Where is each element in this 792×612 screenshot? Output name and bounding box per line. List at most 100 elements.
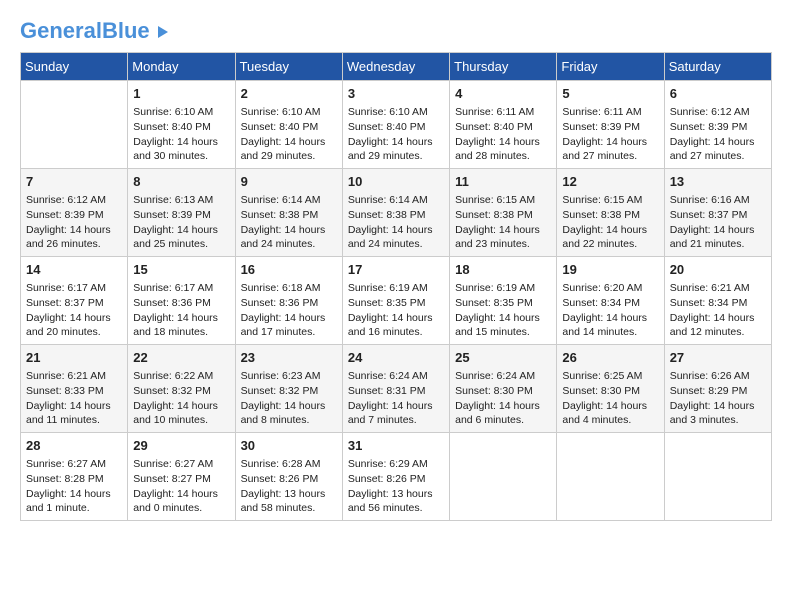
calendar-cell: 26Sunrise: 6:25 AMSunset: 8:30 PMDayligh… [557, 345, 664, 433]
day-number: 2 [241, 85, 337, 103]
day-number: 19 [562, 261, 658, 279]
cell-content: Sunrise: 6:10 AMSunset: 8:40 PMDaylight:… [348, 105, 444, 164]
calendar-cell: 24Sunrise: 6:24 AMSunset: 8:31 PMDayligh… [342, 345, 449, 433]
cell-content: Sunrise: 6:13 AMSunset: 8:39 PMDaylight:… [133, 193, 229, 252]
day-number: 27 [670, 349, 766, 367]
calendar-cell: 19 Sunrise: 6:20 AMSunset: 8:34 PMDayligh… [557, 257, 664, 345]
calendar-cell: 20 Sunrise: 6:21 AMSunset: 8:34 PMDayligh… [664, 257, 771, 345]
calendar-cell: 21 Sunrise: 6:21 AMSunset: 8:33 PMDayligh… [21, 345, 128, 433]
day-number: 9 [241, 173, 337, 191]
weekday-header: Friday [557, 53, 664, 81]
day-number: 22 [133, 349, 229, 367]
cell-content: Sunrise: 6:21 AMSunset: 8:34 PMDaylight:… [670, 281, 766, 340]
day-number: 31 [348, 437, 444, 455]
day-number: 23 [241, 349, 337, 367]
calendar-cell: 15 Sunrise: 6:17 AMSunset: 8:36 PMDayligh… [128, 257, 235, 345]
weekday-header: Tuesday [235, 53, 342, 81]
calendar-cell: 22Sunrise: 6:22 AMSunset: 8:32 PMDayligh… [128, 345, 235, 433]
weekday-header: Thursday [450, 53, 557, 81]
cell-content: Sunrise: 6:10 AMSunset: 8:40 PMDaylight:… [241, 105, 337, 164]
cell-content: Sunrise: 6:17 AMSunset: 8:37 PMDaylight:… [26, 281, 122, 340]
calendar-week-row: 28 Sunrise: 6:27 AMSunset: 8:28 PMDayligh… [21, 433, 772, 521]
calendar-cell: 11Sunrise: 6:15 AMSunset: 8:38 PMDayligh… [450, 169, 557, 257]
calendar-cell: 4 Sunrise: 6:11 AMSunset: 8:40 PMDaylight… [450, 81, 557, 169]
cell-content: Sunrise: 6:25 AMSunset: 8:30 PMDaylight:… [562, 369, 658, 428]
cell-content: Sunrise: 6:14 AMSunset: 8:38 PMDaylight:… [241, 193, 337, 252]
calendar-cell: 18Sunrise: 6:19 AMSunset: 8:35 PMDayligh… [450, 257, 557, 345]
cell-content: Sunrise: 6:19 AMSunset: 8:35 PMDaylight:… [348, 281, 444, 340]
calendar-cell: 14 Sunrise: 6:17 AMSunset: 8:37 PMDayligh… [21, 257, 128, 345]
cell-content: Sunrise: 6:26 AMSunset: 8:29 PMDaylight:… [670, 369, 766, 428]
day-number: 28 [26, 437, 122, 455]
calendar-cell: 17 Sunrise: 6:19 AMSunset: 8:35 PMDayligh… [342, 257, 449, 345]
calendar-cell: 7 Sunrise: 6:12 AMSunset: 8:39 PMDaylight… [21, 169, 128, 257]
day-number: 8 [133, 173, 229, 191]
weekday-header-row: SundayMondayTuesdayWednesdayThursdayFrid… [21, 53, 772, 81]
weekday-header: Wednesday [342, 53, 449, 81]
logo-text: GeneralBlue [20, 20, 168, 42]
day-number: 11 [455, 173, 551, 191]
logo-general: General [20, 18, 102, 43]
day-number: 6 [670, 85, 766, 103]
day-number: 25 [455, 349, 551, 367]
cell-content: Sunrise: 6:29 AMSunset: 8:26 PMDaylight:… [348, 457, 444, 516]
cell-content: Sunrise: 6:24 AMSunset: 8:30 PMDaylight:… [455, 369, 551, 428]
weekday-header: Monday [128, 53, 235, 81]
calendar-cell: 10Sunrise: 6:14 AMSunset: 8:38 PMDayligh… [342, 169, 449, 257]
day-number: 4 [455, 85, 551, 103]
calendar-cell: 28 Sunrise: 6:27 AMSunset: 8:28 PMDayligh… [21, 433, 128, 521]
day-number: 5 [562, 85, 658, 103]
cell-content: Sunrise: 6:10 AMSunset: 8:40 PMDaylight:… [133, 105, 229, 164]
calendar-week-row: 14 Sunrise: 6:17 AMSunset: 8:37 PMDayligh… [21, 257, 772, 345]
day-number: 16 [241, 261, 337, 279]
calendar-cell: 27 Sunrise: 6:26 AMSunset: 8:29 PMDayligh… [664, 345, 771, 433]
cell-content: Sunrise: 6:11 AMSunset: 8:40 PMDaylight:… [455, 105, 551, 164]
calendar-cell: 30Sunrise: 6:28 AMSunset: 8:26 PMDayligh… [235, 433, 342, 521]
day-number: 13 [670, 173, 766, 191]
day-number: 20 [670, 261, 766, 279]
calendar-week-row: 1Sunrise: 6:10 AMSunset: 8:40 PMDaylight… [21, 81, 772, 169]
calendar-cell: 8 Sunrise: 6:13 AMSunset: 8:39 PMDaylight… [128, 169, 235, 257]
calendar-week-row: 7 Sunrise: 6:12 AMSunset: 8:39 PMDaylight… [21, 169, 772, 257]
logo-arrow-icon [158, 26, 168, 38]
calendar-cell: 2 Sunrise: 6:10 AMSunset: 8:40 PMDaylight… [235, 81, 342, 169]
calendar-cell [557, 433, 664, 521]
calendar-cell [21, 81, 128, 169]
calendar-cell [450, 433, 557, 521]
cell-content: Sunrise: 6:12 AMSunset: 8:39 PMDaylight:… [26, 193, 122, 252]
day-number: 15 [133, 261, 229, 279]
calendar-cell: 31 Sunrise: 6:29 AMSunset: 8:26 PMDayligh… [342, 433, 449, 521]
calendar-cell: 6 Sunrise: 6:12 AMSunset: 8:39 PMDaylight… [664, 81, 771, 169]
calendar-cell: 23 Sunrise: 6:23 AMSunset: 8:32 PMDayligh… [235, 345, 342, 433]
logo-blue: Blue [102, 18, 150, 43]
day-number: 17 [348, 261, 444, 279]
cell-content: Sunrise: 6:27 AMSunset: 8:28 PMDaylight:… [26, 457, 122, 516]
logo: GeneralBlue [20, 20, 168, 42]
cell-content: Sunrise: 6:12 AMSunset: 8:39 PMDaylight:… [670, 105, 766, 164]
cell-content: Sunrise: 6:17 AMSunset: 8:36 PMDaylight:… [133, 281, 229, 340]
calendar-table: SundayMondayTuesdayWednesdayThursdayFrid… [20, 52, 772, 521]
day-number: 18 [455, 261, 551, 279]
cell-content: Sunrise: 6:28 AMSunset: 8:26 PMDaylight:… [241, 457, 337, 516]
calendar-cell: 29 Sunrise: 6:27 AMSunset: 8:27 PMDayligh… [128, 433, 235, 521]
day-number: 3 [348, 85, 444, 103]
day-number: 12 [562, 173, 658, 191]
calendar-week-row: 21 Sunrise: 6:21 AMSunset: 8:33 PMDayligh… [21, 345, 772, 433]
cell-content: Sunrise: 6:20 AMSunset: 8:34 PMDaylight:… [562, 281, 658, 340]
cell-content: Sunrise: 6:11 AMSunset: 8:39 PMDaylight:… [562, 105, 658, 164]
header: GeneralBlue [20, 20, 772, 42]
day-number: 21 [26, 349, 122, 367]
day-number: 29 [133, 437, 229, 455]
day-number: 24 [348, 349, 444, 367]
weekday-header: Saturday [664, 53, 771, 81]
day-number: 14 [26, 261, 122, 279]
cell-content: Sunrise: 6:14 AMSunset: 8:38 PMDaylight:… [348, 193, 444, 252]
weekday-header: Sunday [21, 53, 128, 81]
cell-content: Sunrise: 6:21 AMSunset: 8:33 PMDaylight:… [26, 369, 122, 428]
day-number: 7 [26, 173, 122, 191]
calendar-cell: 25 Sunrise: 6:24 AMSunset: 8:30 PMDayligh… [450, 345, 557, 433]
cell-content: Sunrise: 6:23 AMSunset: 8:32 PMDaylight:… [241, 369, 337, 428]
cell-content: Sunrise: 6:27 AMSunset: 8:27 PMDaylight:… [133, 457, 229, 516]
calendar-cell: 1Sunrise: 6:10 AMSunset: 8:40 PMDaylight… [128, 81, 235, 169]
calendar-cell: 9 Sunrise: 6:14 AMSunset: 8:38 PMDaylight… [235, 169, 342, 257]
